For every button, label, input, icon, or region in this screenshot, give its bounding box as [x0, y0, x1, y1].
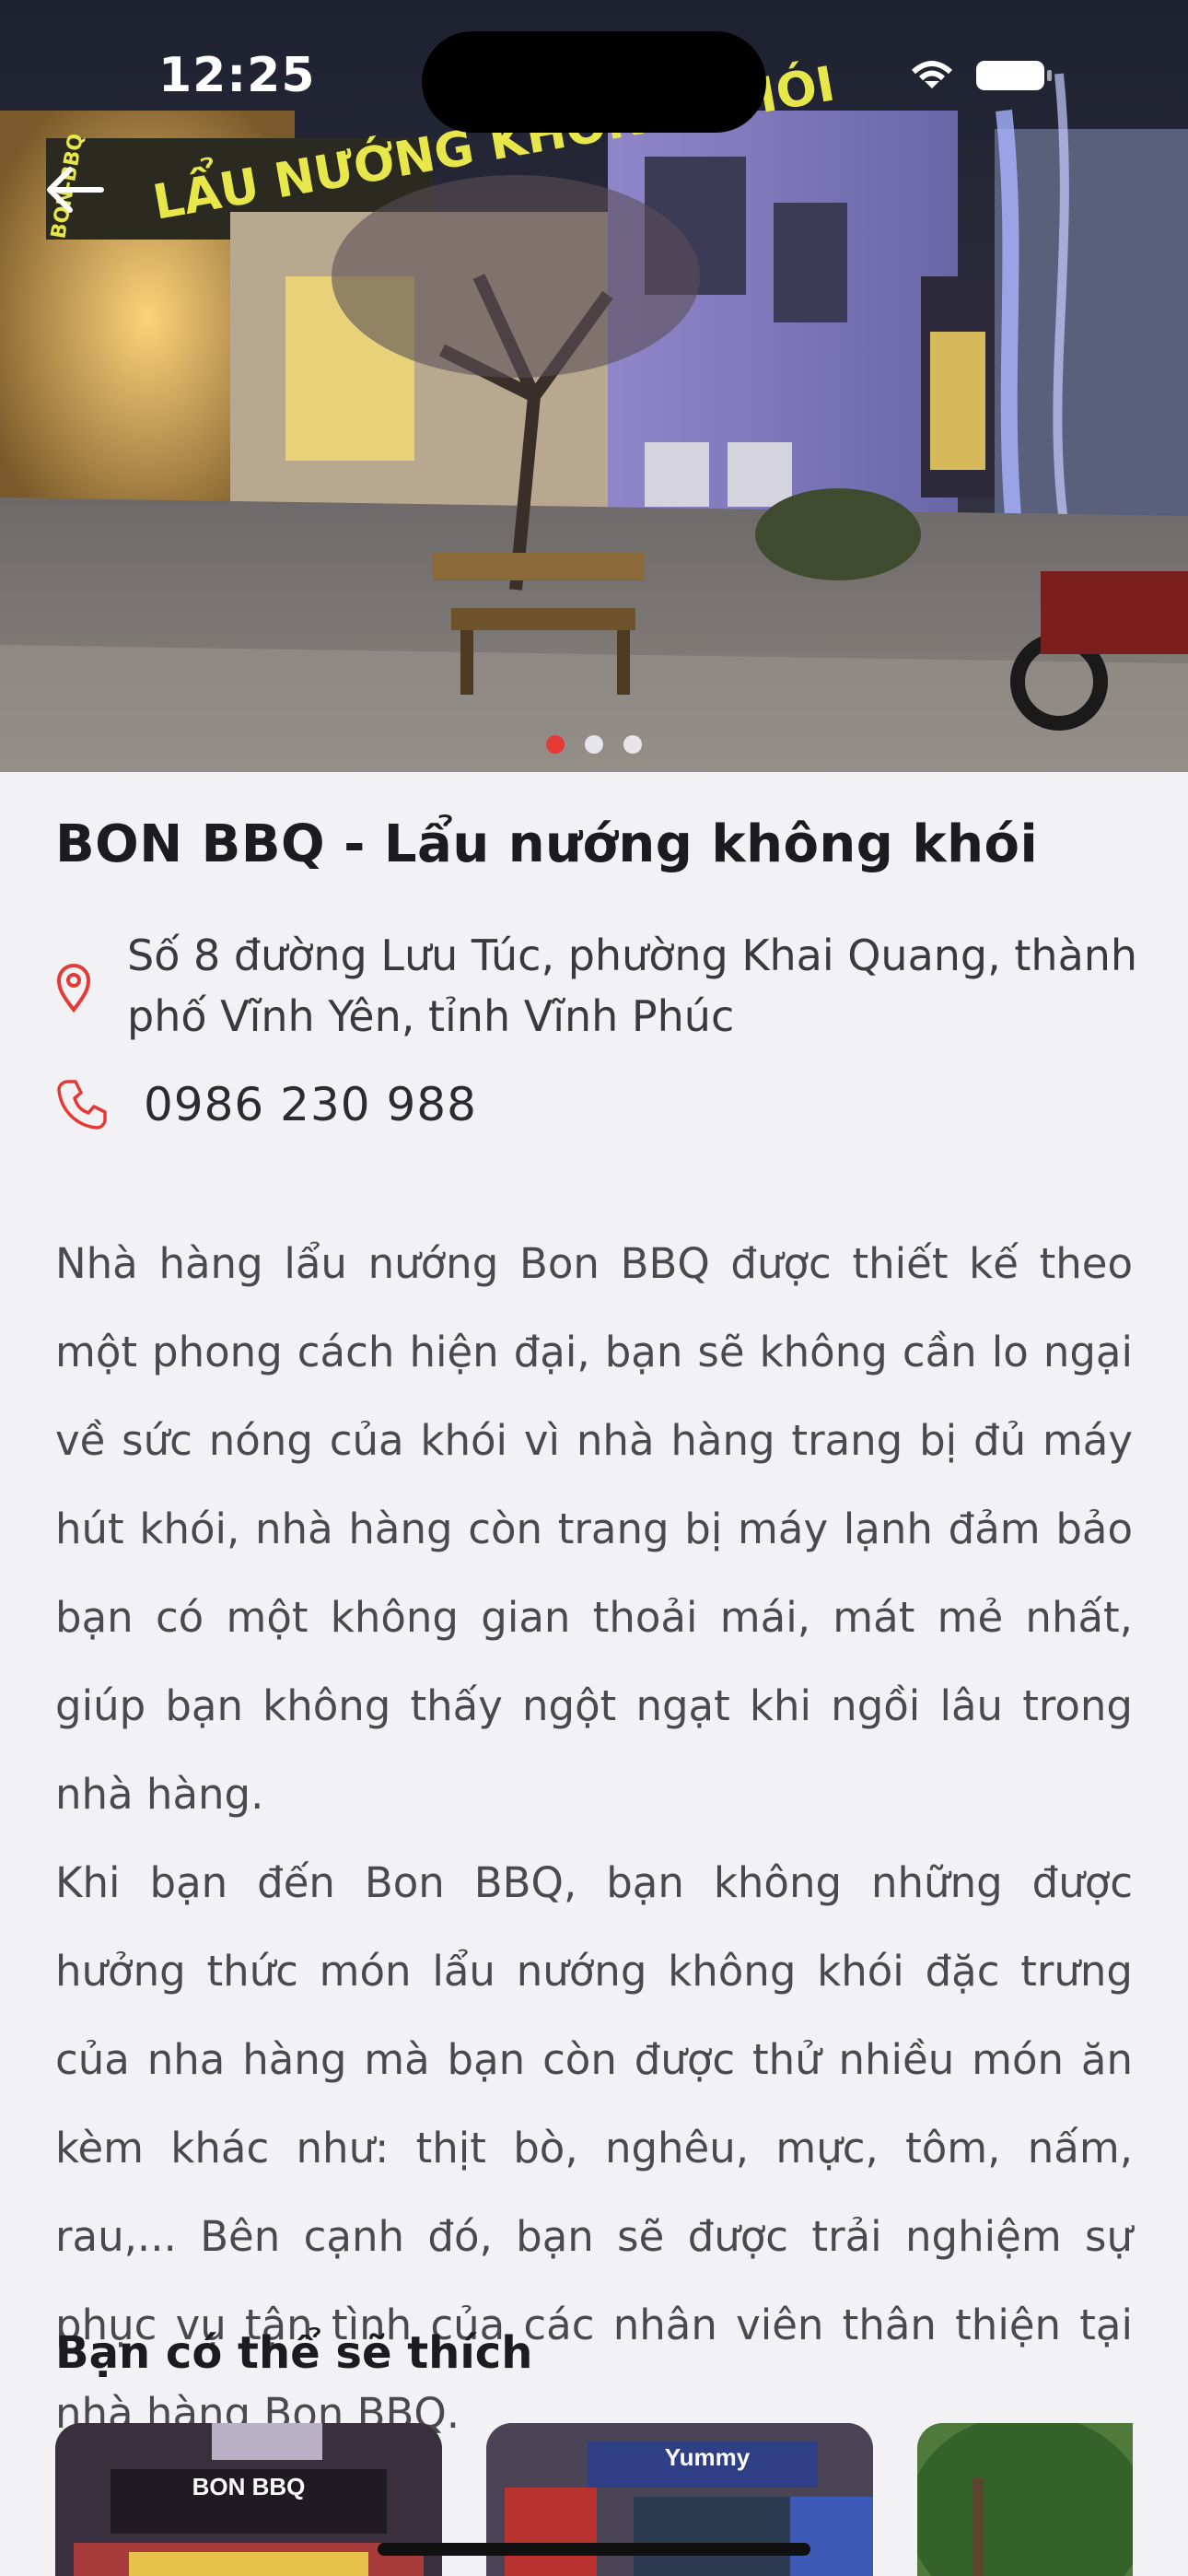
battery-icon: [976, 61, 1052, 90]
restaurant-description: Nhà hàng lẩu nướng Bon BBQ được thiết kế…: [55, 1220, 1133, 2458]
address-row[interactable]: Số 8 đường Lưu Túc, phường Khai Quang, t…: [55, 925, 1142, 1054]
suggestion-card-label: Yummy: [664, 2443, 751, 2471]
restaurant-phone[interactable]: 0986 230 988: [144, 1072, 477, 1137]
suggestions-heading: Bạn có thể sẽ thích: [55, 2327, 533, 2379]
suggestion-card[interactable]: [917, 2423, 1133, 2576]
dynamic-island: [422, 31, 766, 133]
phone-icon: [57, 1080, 107, 1130]
back-button[interactable]: [41, 153, 114, 227]
home-indicator[interactable]: [378, 2543, 810, 2556]
status-bar-indicators: [893, 57, 1077, 94]
carousel-pagination: [0, 735, 1188, 757]
description-paragraph-1: Nhà hàng lẩu nướng Bon BBQ được thiết kế…: [55, 1239, 1133, 1819]
carousel-dot[interactable]: [585, 735, 603, 754]
carousel-dot-active[interactable]: [546, 735, 565, 754]
suggestion-card-label: BON BBQ: [192, 2473, 306, 2500]
location-pin-icon: [56, 964, 91, 1013]
restaurant-detail-screen: LẨU NƯỚNG KHÔNG KHÓI BON-BBQ 12:25 BON B…: [0, 0, 1188, 2576]
status-bar-time: 12:25: [158, 48, 316, 103]
restaurant-name: BON BBQ - Lẩu nướng không khói: [55, 814, 1039, 874]
suggestion-photo: [917, 2423, 1133, 2576]
phone-row[interactable]: 0986 230 988: [55, 1072, 792, 1137]
arrow-left-icon: [47, 167, 104, 213]
wifi-icon: [911, 61, 953, 88]
restaurant-address: Số 8 đường Lưu Túc, phường Khai Quang, t…: [127, 931, 1138, 1041]
carousel-dot[interactable]: [623, 735, 642, 754]
hero-photo-carousel[interactable]: LẨU NƯỚNG KHÔNG KHÓI BON-BBQ 12:25: [0, 0, 1188, 772]
